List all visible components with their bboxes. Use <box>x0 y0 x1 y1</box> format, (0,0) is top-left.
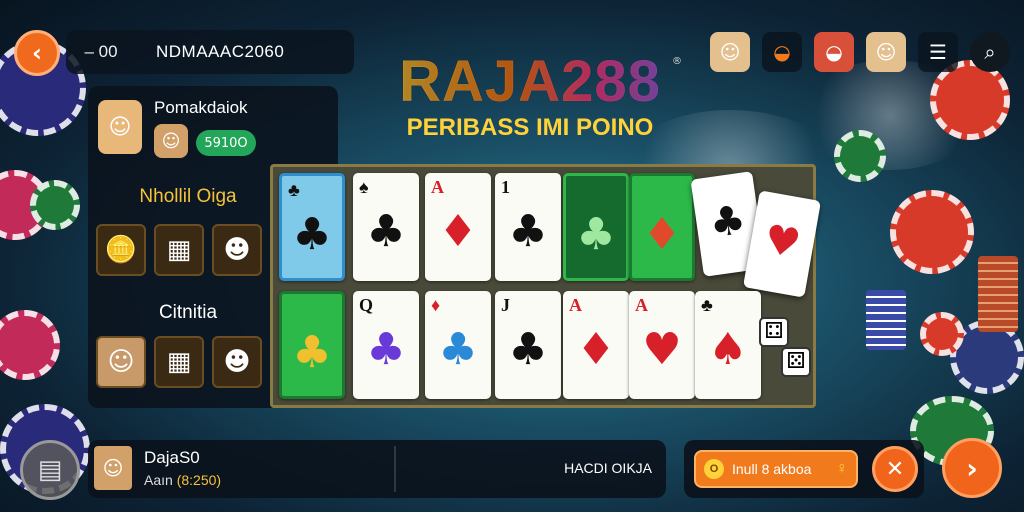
card-board: ♣ ♣ ♠ ♣ A ♦ 1 ♣ ♣ ♦ ♣ ♥ ♣ Q ♣ ♦ ♣ J ♣ A ♦ A ♥ ♣ ♠ … <box>270 164 822 408</box>
player-number: – 00 <box>84 42 118 61</box>
section-title: Nhollil Oiga <box>139 186 237 207</box>
mascot-icon[interactable]: ☻ <box>212 336 262 388</box>
poker-chip-decoration <box>930 60 1010 140</box>
action-bar: O Inull 8 akboa ♀ ✕ <box>684 440 924 498</box>
logo-title: RAJA288 <box>370 52 690 112</box>
dice-icon: ⚃ <box>759 317 789 347</box>
dice-icon: ⚄ <box>781 347 811 377</box>
chip-stack <box>866 290 906 350</box>
playing-card[interactable]: 1 ♣ <box>495 173 561 281</box>
playing-card[interactable]: A ♦ <box>425 173 491 281</box>
registered-mark: ® <box>672 56 682 67</box>
chips-stack-icon[interactable]: 🪙 <box>96 224 146 276</box>
score-badge: 5910O <box>196 130 256 156</box>
playing-card[interactable]: ♦ ♣ <box>425 291 491 399</box>
coin-icon: O <box>704 459 724 479</box>
menu-icon[interactable]: ☰ <box>918 32 958 72</box>
balance-amount: (8:250) <box>176 472 222 488</box>
playing-card[interactable]: Q ♣ <box>353 291 419 399</box>
search-icon[interactable]: ⌕ <box>970 32 1010 72</box>
game-logo: RAJA288 PERIBASS IMI POINO ® <box>370 52 690 142</box>
balance-label: Aaın <box>144 472 173 488</box>
player-username: NDMAAAC2060 <box>156 42 285 61</box>
poker-chip-decoration <box>834 130 886 182</box>
gift-box-icon[interactable]: ▦ <box>154 224 204 276</box>
player-name: DajaS0 <box>144 448 200 467</box>
playing-card[interactable]: ♣ <box>563 173 629 281</box>
avatar-icon[interactable]: ☺ <box>94 446 132 490</box>
back-arrow-icon: ‹ <box>32 39 42 67</box>
avatar-icon[interactable]: ☺ <box>710 32 750 72</box>
divider <box>394 446 396 492</box>
chevron-right-icon: › <box>966 451 978 485</box>
playing-card[interactable]: ♠ ♣ <box>353 173 419 281</box>
avatar-icon[interactable]: ☺ <box>154 124 188 158</box>
gift-box-icon[interactable]: ▦ <box>154 336 204 388</box>
mascot-icon[interactable]: ☻ <box>212 224 262 276</box>
poker-chip-decoration <box>920 312 964 356</box>
section-title: Citnitia <box>158 302 218 323</box>
poker-chip-decoration <box>30 180 80 230</box>
player-info-bar: – 00 NDMAAAC2060 <box>66 30 354 74</box>
player-balance: Aaın (8:250) <box>144 472 221 488</box>
playing-card[interactable]: ♣ <box>279 291 345 399</box>
playing-card[interactable]: A ♦ <box>563 291 629 399</box>
player-status-bar: ☺ DajaS0 Aaın (8:250) HACDI OIKJA <box>88 440 666 498</box>
playing-card[interactable]: ♣ ♠ <box>695 291 761 399</box>
playing-card[interactable]: J ♣ <box>495 291 561 399</box>
chip-stack <box>978 256 1018 332</box>
back-button[interactable]: ‹ <box>14 30 60 76</box>
avatar-icon[interactable]: ☺ <box>96 336 146 388</box>
female-symbol-icon: ♀ <box>836 460 848 477</box>
playing-card[interactable]: ♦ <box>629 173 695 281</box>
bet-button[interactable]: O Inull 8 akboa ♀ <box>694 450 858 488</box>
panel-title: Pomakdaiok <box>154 98 248 117</box>
poker-chip-decoration <box>0 310 60 380</box>
next-button[interactable]: › <box>942 438 1002 498</box>
status-text: HACDI OIKJA <box>564 460 652 476</box>
stack-icon: ▤ <box>37 455 63 485</box>
menu-button[interactable]: ▤ <box>20 440 80 500</box>
basket-icon[interactable]: ◒ <box>762 32 802 72</box>
avatar-icon[interactable]: ☺ <box>98 100 142 154</box>
close-icon: ✕ <box>885 456 905 482</box>
playing-card[interactable]: ♣ ♣ <box>279 173 345 281</box>
basket-icon[interactable]: ◒ <box>814 32 854 72</box>
cancel-button[interactable]: ✕ <box>872 446 918 492</box>
logo-subtitle: PERIBASS IMI POINO <box>406 114 654 141</box>
avatar-icon[interactable]: ☺ <box>866 32 906 72</box>
bet-label: Inull 8 akboa <box>732 461 812 477</box>
poker-chip-decoration <box>890 190 974 274</box>
playing-card[interactable]: A ♥ <box>629 291 695 399</box>
top-icon-bar: ☺ ◒ ◒ ☺ ☰ ⌕ <box>698 32 1010 72</box>
